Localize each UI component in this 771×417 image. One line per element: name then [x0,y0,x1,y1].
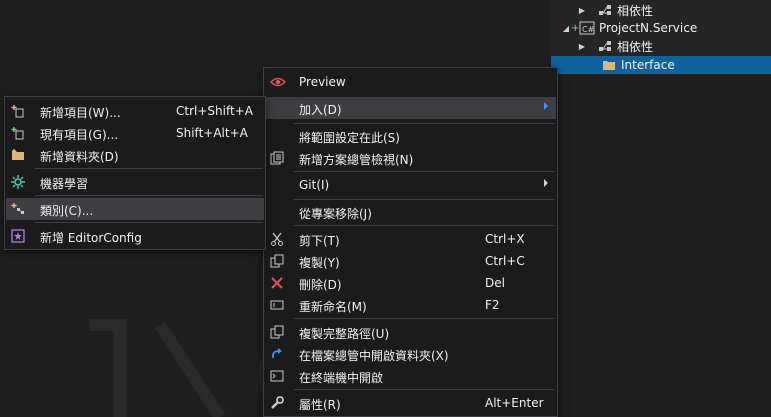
menu-item-label: 在檔案總管中開啟資料夾(X) [299,349,449,363]
menu-item-label: Git(I) [299,178,330,192]
menu-item-label: 重新命名(M) [299,300,367,314]
submenu-item-new-item[interactable]: 新增項目(W)... Ctrl+Shift+A [6,100,264,122]
new-folder-icon [10,147,26,163]
menu-item-label: 現有項目(G)... [40,128,119,142]
editorconfig-icon [10,228,26,244]
submenu-arrow-icon [544,179,548,187]
menu-item-label: 剪下(T) [299,234,340,248]
menu-item-label: 新增項目(W)... [40,106,121,120]
menu-item-properties[interactable]: 屬性(R) Alt+Enter [265,392,556,414]
delete-x-icon [269,275,285,291]
menu-separator [294,171,554,172]
menu-item-shortcut: Ctrl+Shift+A [176,104,253,118]
menu-item-open-in-file-explorer[interactable]: 在檔案總管中開啟資料夾(X) [265,343,556,365]
menu-item-label: 刪除(D) [299,278,342,292]
menu-separator [294,389,554,390]
expand-arrow-icon[interactable]: ▶ [577,1,587,19]
add-submenu: 新增項目(W)... Ctrl+Shift+A 現有項目(G)... Shift… [4,96,266,250]
eye-icon [270,74,286,90]
menu-separator [294,225,554,226]
collapse-arrow-icon[interactable]: ◢ [561,19,571,37]
menu-item-label: 複製(Y) [299,256,340,270]
new-item-icon [10,103,26,119]
refresh-arrow-icon [269,346,285,362]
tree-row-label: ProjectN.Service [599,21,698,35]
tree-row-interface-folder[interactable]: Interface [551,56,771,74]
menu-item-label: 在終端機中開啟 [299,371,384,385]
dependencies-icon [597,38,613,54]
menu-item-shortcut: Ctrl+C [485,254,525,268]
tree-row-label: Interface [621,58,675,72]
csharp-project-icon: C# [579,20,595,36]
menu-item-copy-full-path[interactable]: 複製完整路徑(U) [265,321,556,343]
menu-item-label: 新增資料夾(D) [40,150,119,164]
menu-item-label: 加入(D) [299,103,342,117]
plus-icon: + [571,22,580,34]
submenu-item-existing-item[interactable]: 現有項目(G)... Shift+Alt+A [6,122,264,144]
menu-separator [35,195,263,196]
menu-item-delete[interactable]: 刪除(D) Del [265,272,556,294]
menu-item-new-explorer-view[interactable]: 新增方案總管檢視(N) [265,147,556,169]
wrench-icon [269,395,285,411]
menu-item-label: 類別(C)... [40,204,94,218]
menu-item-shortcut: Alt+Enter [485,396,544,410]
folder-icon [601,57,617,73]
existing-item-icon [10,125,26,141]
context-menu: Preview 加入(D) 將範圍設定在此(S) 新增方案總管檢視(N) Git… [263,67,558,417]
submenu-item-editorconfig[interactable]: 新增 EditorConfig [6,225,264,247]
menu-item-copy[interactable]: 複製(Y) Ctrl+C [265,250,556,272]
menu-separator [294,123,554,124]
submenu-item-machine-learning[interactable]: 機器學習 [6,171,264,193]
submenu-item-class[interactable]: 類別(C)... [6,198,264,220]
menu-item-label: 複製完整路徑(U) [299,327,390,341]
tree-row-dependencies-2[interactable]: ▶ 相依性 [551,37,771,55]
copy-icon [269,253,285,269]
menu-separator [35,168,263,169]
menu-item-shortcut: Shift+Alt+A [176,126,248,140]
menu-item-label: 新增方案總管檢視(N) [299,153,414,167]
rename-icon [269,297,285,313]
ml-icon [10,174,26,190]
menu-item-add[interactable]: 加入(D) [265,97,556,119]
scissors-icon [269,231,285,247]
menu-item-label: Preview [299,75,346,89]
tree-row-project[interactable]: ◢ + C# ProjectN.Service [551,19,771,37]
menu-item-label: 從專案移除(J) [299,207,372,221]
expand-arrow-icon[interactable]: ▶ [577,37,587,55]
svg-text:C#: C# [582,25,595,34]
menu-separator [294,318,554,319]
menu-item-label: 新增 EditorConfig [40,231,142,245]
menu-item-label: 機器學習 [40,177,89,191]
menu-item-label: 屬性(R) [299,398,341,412]
menu-separator [294,199,554,200]
menu-item-scope-to-this[interactable]: 將範圍設定在此(S) [265,125,556,147]
menu-item-preview[interactable]: Preview [265,71,556,93]
submenu-item-new-folder[interactable]: 新增資料夾(D) [6,144,264,166]
menu-separator [35,222,263,223]
solution-explorer-tree: ▶ 相依性 ◢ + C# ProjectN.Service ▶ 相依性 Inte… [551,0,771,75]
menu-item-open-in-terminal[interactable]: 在終端機中開啟 [265,365,556,387]
dependencies-icon [597,2,613,18]
menu-item-cut[interactable]: 剪下(T) Ctrl+X [265,228,556,250]
new-view-icon [269,150,285,166]
menu-item-remove-from-project[interactable]: 從專案移除(J) [265,201,556,223]
menu-item-rename[interactable]: 重新命名(M) F2 [265,294,556,316]
menu-item-shortcut: Del [485,276,505,290]
menu-item-git[interactable]: Git(I) [265,174,556,196]
menu-item-shortcut: Ctrl+X [485,232,525,246]
class-icon [10,201,26,217]
submenu-arrow-icon [544,102,548,110]
menu-item-label: 將範圍設定在此(S) [299,131,400,145]
terminal-icon [269,368,285,384]
tree-row-label: 相依性 [617,39,654,54]
tree-row-label: 相依性 [617,3,654,18]
tree-row-dependencies-1[interactable]: ▶ 相依性 [551,1,771,19]
menu-item-shortcut: F2 [485,298,500,312]
copy-path-icon [269,324,285,340]
